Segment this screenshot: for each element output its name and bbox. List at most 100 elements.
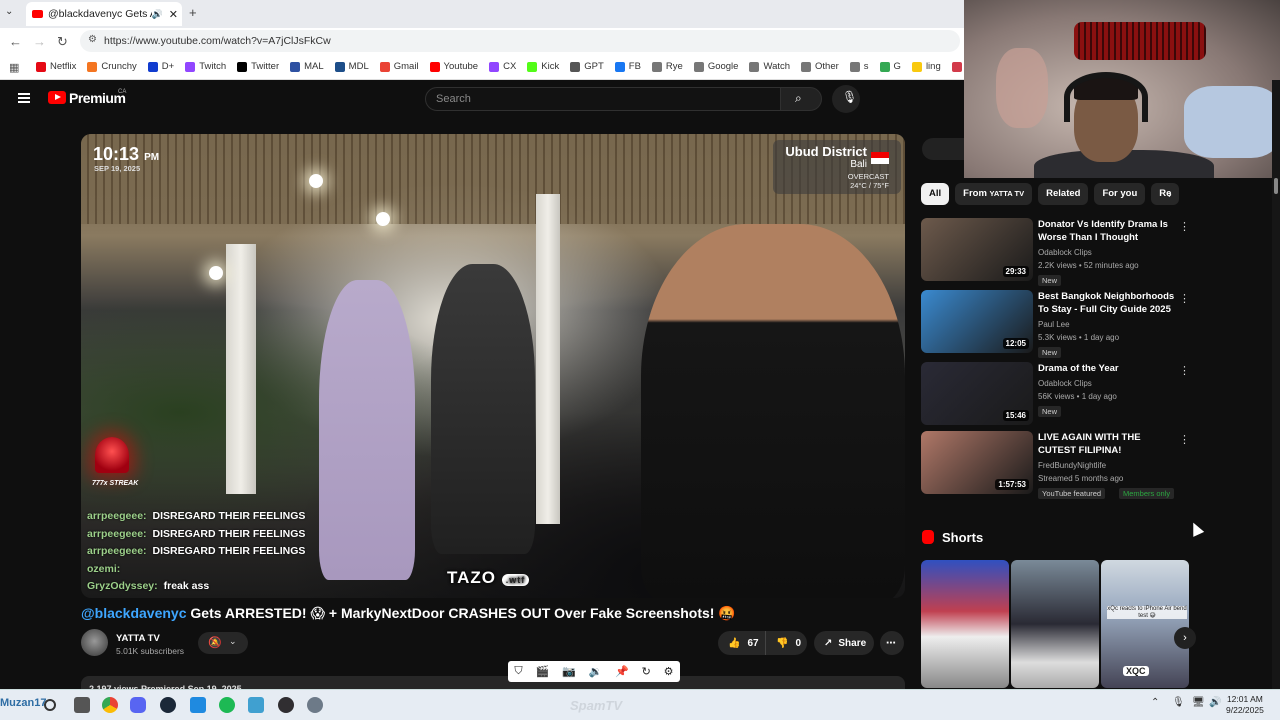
bookmark-item[interactable]: MDL	[334, 61, 369, 72]
recommendation-card[interactable]: 1:57:53 LIVE AGAIN WITH THE CUTEST FILIPI…	[921, 431, 1191, 499]
video-thumbnail[interactable]: 1:57:53	[921, 431, 1033, 494]
search-button[interactable]: ⌕	[780, 87, 822, 111]
title-mention-link[interactable]: @blackdavenyc	[81, 605, 187, 621]
tab-audio-icon[interactable]: 🔊	[152, 9, 163, 20]
dislike-button[interactable]: 👎 0	[765, 631, 807, 655]
shorts-next-button[interactable]: ›	[1174, 627, 1196, 649]
more-actions-button[interactable]: ⋯	[880, 631, 904, 655]
forward-icon[interactable]: →	[33, 34, 46, 49]
bookmark-item[interactable]: Rye	[651, 61, 683, 72]
bookmark-item[interactable]: CX	[489, 61, 516, 72]
volume-icon[interactable]: 🔉	[589, 665, 603, 678]
bookmark-item[interactable]: Watch	[749, 61, 790, 72]
back-icon[interactable]: ←	[9, 34, 22, 49]
bookmark-item[interactable]: Kick	[527, 61, 559, 72]
short-card[interactable]	[921, 560, 1009, 688]
video-thumbnail[interactable]: 15:46	[921, 362, 1033, 425]
search-input[interactable]: Search	[425, 87, 781, 111]
recommendation-title[interactable]: LIVE AGAIN WITH THE CUTEST FILIPINA!	[1038, 431, 1178, 457]
tray-display-icon[interactable]: 🖥	[1192, 697, 1205, 708]
new-tab-button[interactable]: +	[189, 5, 197, 20]
bookmark-item[interactable]: Youtube	[429, 61, 478, 72]
recommendation-title[interactable]: Donator Vs Identify Drama Is Worse Than …	[1038, 218, 1178, 244]
tray-volume-icon[interactable]: 🔊	[1209, 697, 1221, 708]
settings-icon[interactable]: ⚙	[664, 665, 674, 678]
recommendation-card[interactable]: 15:46 Drama of the Year Odablock Clips 56K …	[921, 362, 1191, 426]
pin-icon[interactable]: 📌	[615, 665, 629, 678]
chips-next-icon[interactable]: ›	[1168, 189, 1172, 201]
recommendation-channel[interactable]: Paul Lee	[1038, 320, 1070, 329]
filter-chip[interactable]: From YATTA TV	[955, 183, 1033, 205]
bookmark-item[interactable]: Twitch	[185, 61, 226, 72]
bookmark-item[interactable]: Twitter	[237, 61, 279, 72]
tab-close-icon[interactable]: ✕	[169, 8, 178, 21]
obs-icon[interactable]	[278, 697, 294, 713]
bookmark-item[interactable]: ling	[911, 61, 941, 72]
bookmark-item[interactable]: Other	[801, 61, 839, 72]
filter-chip[interactable]: Re	[1151, 183, 1180, 205]
page-scrollbar[interactable]	[1272, 80, 1280, 689]
sidebar-pill[interactable]	[922, 138, 964, 160]
more-options-icon[interactable]: ⋮	[1179, 433, 1190, 446]
camera-icon[interactable]: 📷	[562, 665, 576, 678]
scrollbar-thumb[interactable]	[1274, 178, 1278, 194]
edge-icon[interactable]	[190, 697, 206, 713]
filter-chip[interactable]: Related	[1038, 183, 1089, 205]
search-taskbar-icon[interactable]	[44, 699, 56, 711]
bookmark-item[interactable]: Google	[693, 61, 738, 72]
recommendation-channel[interactable]: Odablock Clips	[1038, 248, 1092, 257]
video-player[interactable]: 10:13 PM SEP 19, 2025 Ubud District Bali…	[81, 134, 905, 598]
recommendation-channel[interactable]: Odablock Clips	[1038, 379, 1092, 388]
monitor-icon[interactable]	[248, 697, 264, 713]
tray-mic-icon[interactable]: 🎙	[1172, 697, 1185, 708]
more-options-icon[interactable]: ⋮	[1179, 220, 1190, 233]
steam-icon[interactable]	[160, 697, 176, 713]
more-options-icon[interactable]: ⋮	[1179, 364, 1190, 377]
bookmark-item[interactable]: G	[879, 61, 901, 72]
bookmark-item[interactable]: Crunchy	[87, 61, 137, 72]
reload-icon[interactable]: ↻	[57, 34, 68, 50]
short-card[interactable]: xQc reacts to iPhone Air bend test 😅 XQC	[1101, 560, 1189, 688]
more-options-icon[interactable]: ⋮	[1179, 292, 1190, 305]
settings-taskbar-icon[interactable]	[307, 697, 323, 713]
filter-chip[interactable]: All	[921, 183, 950, 205]
recommendation-title[interactable]: Drama of the Year	[1038, 362, 1178, 375]
menu-icon[interactable]	[18, 93, 30, 103]
filter-chip[interactable]: For you	[1094, 183, 1146, 205]
voice-search-button[interactable]: 🎙	[832, 85, 860, 113]
recommendation-card[interactable]: 29:33 Donator Vs Identify Drama Is Worse …	[921, 218, 1191, 286]
bookmark-item[interactable]: Netflix	[36, 61, 76, 72]
notification-bell-button[interactable]: 🔕 ⌄	[198, 632, 248, 654]
bookmark-item[interactable]: s	[849, 61, 869, 72]
short-card[interactable]	[1011, 560, 1099, 688]
tray-chevron-icon[interactable]: ⌃	[1151, 697, 1159, 708]
bookmark-item[interactable]: MAL	[290, 61, 324, 72]
bookmark-item[interactable]: GPT	[570, 61, 604, 72]
recommendation-card[interactable]: 12:05 Best Bangkok Neighborhoods To Stay …	[921, 290, 1191, 358]
apps-icon[interactable]: ▦	[9, 61, 19, 74]
premium-logo-text[interactable]: Premium	[69, 90, 126, 106]
tab-list-dropdown[interactable]: ⌄	[5, 6, 13, 17]
bookmark-item[interactable]: FB	[614, 61, 641, 72]
video-thumbnail[interactable]: 29:33	[921, 218, 1033, 281]
clapper-icon[interactable]: 🎬	[535, 665, 549, 678]
chrome-icon[interactable]	[102, 697, 118, 713]
discord-icon[interactable]	[130, 697, 146, 713]
tray-clock[interactable]: 12:01 AM 9/22/2025	[1226, 694, 1264, 716]
app-taskbar-icon[interactable]	[74, 697, 90, 713]
youtube-logo-icon[interactable]	[48, 91, 66, 104]
loop-icon[interactable]: ↻	[642, 665, 651, 678]
active-tab[interactable]: @blackdavenyc Gets ARRE 🔊 ✕	[26, 2, 182, 26]
share-button[interactable]: ↗ Share	[814, 631, 874, 655]
url-input[interactable]: ⚙ https://www.youtube.com/watch?v=A7jClJ…	[80, 30, 960, 52]
like-button[interactable]: 👍 67	[718, 631, 765, 655]
channel-name[interactable]: YATTA TV	[116, 633, 160, 644]
recommendation-title[interactable]: Best Bangkok Neighborhoods To Stay - Ful…	[1038, 290, 1178, 316]
spotify-icon[interactable]	[219, 697, 235, 713]
channel-avatar[interactable]	[81, 629, 108, 656]
video-thumbnail[interactable]: 12:05	[921, 290, 1033, 353]
site-info-icon[interactable]: ⚙	[88, 34, 97, 45]
recommendation-channel[interactable]: FredBundyNightlife	[1038, 461, 1106, 470]
shield-icon[interactable]: ⛉	[514, 665, 522, 678]
bookmark-item[interactable]: D+	[147, 61, 174, 72]
